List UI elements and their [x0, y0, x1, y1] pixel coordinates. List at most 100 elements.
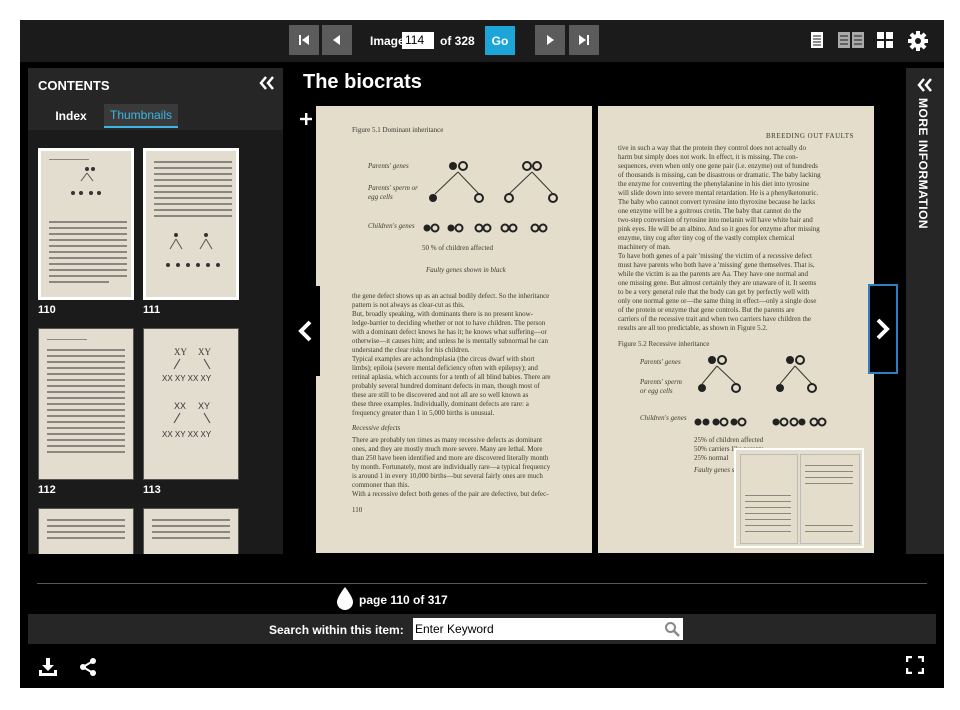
- search-label: Search within this item:: [269, 623, 404, 637]
- next-page-button[interactable]: [535, 25, 565, 55]
- book-viewer: Image 114 of 328 Go CONTENTS Index Thumb…: [20, 20, 944, 688]
- svg-text:XX XY XX XY: XX XY XX XY: [162, 374, 212, 383]
- left-label-children: Children's genes: [368, 222, 415, 230]
- svg-text:XY: XY: [198, 401, 210, 411]
- thumbnail-label: 113: [143, 484, 161, 496]
- right-body-line: results are all too predictable, as show…: [618, 324, 768, 332]
- left-body2-line: With a recessive defect both genes of th…: [352, 490, 549, 498]
- right-body-line: of thousands is missing, can be disastro…: [618, 171, 821, 179]
- thumbnail-113[interactable]: XY XY XX XY XX XY XX XY XX XY XX XY 113: [143, 328, 239, 496]
- svg-text:XX XY XX XY: XX XY XX XY: [162, 430, 212, 439]
- left-body-line: with a dominant defect knows he has it; …: [352, 328, 547, 336]
- single-page-view-icon[interactable]: [810, 31, 824, 49]
- left-section-heading: Recessive defects: [352, 424, 401, 432]
- svg-text:XY: XY: [174, 347, 187, 357]
- last-page-icon: [579, 35, 589, 45]
- left-body-text: the gene defect shows up as an actual bo…: [352, 292, 574, 418]
- thumbnail-label: 111: [143, 304, 161, 316]
- right-body-line: carriers of the recessive trait and when…: [618, 315, 811, 323]
- left-body2-line: commoner than this.: [352, 481, 410, 489]
- right-body-line: only one normal gene or—the same thing i…: [618, 297, 817, 305]
- image-total: of 328: [440, 34, 475, 48]
- thumbnail-page-image: XY XY XX XY XX XY XX XY XX XY XX XY: [143, 328, 239, 480]
- right-label-children: Children's genes: [640, 414, 687, 422]
- next-icon: [547, 35, 554, 45]
- thumbnail-114[interactable]: [38, 508, 134, 554]
- right-body-line: To have both genes of a pair 'missing' t…: [618, 252, 812, 260]
- left-body-line: limbs); epiloia (severe mental deficienc…: [352, 364, 538, 372]
- search-icon[interactable]: [664, 621, 680, 637]
- left-body-line: these are still to be discovered and not…: [352, 391, 529, 399]
- first-page-button[interactable]: [289, 25, 319, 55]
- right-body-line: sequences, even when only one gene pair …: [618, 162, 818, 170]
- thumbnail-list: 110 111 112 XY XY XX XY XX XY XX XY XX X…: [28, 130, 283, 554]
- top-toolbar: Image 114 of 328 Go: [20, 20, 944, 62]
- left-body-line: otherwise—it causes him; and unless he i…: [352, 337, 548, 345]
- right-body-line: The baby who cannot convert tyrosine int…: [618, 198, 816, 206]
- right-body-line: will slide down into severe mental retar…: [618, 189, 819, 197]
- page-slider-track[interactable]: [37, 583, 927, 584]
- left-body2-line: is around 1 in every 10,000 births—but s…: [352, 472, 543, 480]
- previous-spread-arrow[interactable]: [290, 286, 320, 376]
- search-input[interactable]: Enter Keyword: [413, 618, 683, 640]
- right-label-cells: Parents' sperm or egg cells: [640, 378, 682, 395]
- last-page-button[interactable]: [569, 25, 599, 55]
- tab-index[interactable]: Index: [38, 104, 104, 128]
- settings-gear-icon[interactable]: [908, 31, 928, 51]
- collapse-sidebar-icon[interactable]: [259, 76, 275, 90]
- mini-navigator[interactable]: [734, 448, 864, 548]
- fullscreen-icon[interactable]: [906, 656, 924, 674]
- first-page-icon: [299, 35, 309, 45]
- document-title: The biocrats: [303, 71, 422, 93]
- thumbnail-115[interactable]: [143, 508, 239, 554]
- grid-view-icon[interactable]: [876, 31, 894, 49]
- right-body-line: one missing gene. But almost certainly t…: [618, 279, 817, 287]
- left-body-line: understand the clear risks for his child…: [352, 346, 470, 354]
- thumbnail-110[interactable]: 110: [38, 148, 134, 316]
- pedigree-diagram-icon: [166, 233, 220, 267]
- right-body-line: enzyme, tiny cog after tiny cog of the v…: [618, 234, 795, 242]
- left-body-line: But, broadly speaking, with dominants th…: [352, 310, 533, 318]
- chevron-left-icon: [298, 320, 312, 342]
- expand-panel-icon[interactable]: [917, 78, 933, 92]
- go-button[interactable]: Go: [485, 26, 515, 55]
- thumbnail-111[interactable]: 111: [143, 148, 239, 316]
- thumbnail-112[interactable]: 112: [38, 328, 134, 496]
- next-spread-arrow[interactable]: [868, 284, 898, 374]
- mini-left-page: [740, 454, 798, 544]
- thumbnail-page-image: [143, 148, 239, 300]
- download-icon[interactable]: [38, 657, 58, 677]
- more-information-label: MORE INFORMATION: [916, 98, 930, 230]
- tab-thumbnails[interactable]: Thumbnails: [104, 104, 178, 128]
- svg-text:XY: XY: [198, 347, 211, 357]
- image-number-input[interactable]: 114: [402, 32, 434, 49]
- two-page-view-icon[interactable]: [837, 31, 865, 49]
- svg-text:XX: XX: [174, 401, 186, 411]
- more-information-panel[interactable]: MORE INFORMATION: [906, 68, 944, 554]
- right-label-parents: Parents' genes: [640, 358, 681, 366]
- right-body-text: tive in such a way that the protein they…: [618, 144, 862, 333]
- left-figure-caption: Figure 5.1 Dominant inheritance: [352, 126, 444, 134]
- left-body2-line: by month. Fortunately, most are individu…: [352, 463, 551, 471]
- zoom-in-icon[interactable]: [299, 112, 313, 126]
- previous-page-button[interactable]: [322, 25, 352, 55]
- right-running-head: BREEDING OUT FAULTS: [766, 132, 854, 140]
- left-body-line: retinal aplasia, which accounts for a te…: [352, 373, 551, 381]
- thumbnail-page-image: [38, 328, 134, 480]
- page-slider-handle-icon[interactable]: [335, 586, 355, 610]
- left-body2-line: ones, and they are mostly much more seve…: [352, 445, 543, 453]
- right-figure-caption: Figure 5.2 Recessive inheritance: [618, 340, 710, 348]
- image-label: Image: [370, 34, 405, 48]
- share-icon[interactable]: [78, 657, 98, 677]
- left-page: Figure 5.1 Dominant inheritance Parents'…: [316, 106, 592, 553]
- right-body-line: while the victim is aa the parents are A…: [618, 270, 808, 278]
- left-body-line: ledge-barrier to deciding whether or not…: [352, 319, 546, 327]
- right-body-line: the enzyme for converting the phenylalan…: [618, 180, 810, 188]
- right-body-line: machinery of man.: [618, 243, 671, 251]
- pedigree-diagram-icon: XY XY XX XY XX XY XX XY XX XY XX XY: [162, 347, 212, 439]
- left-body-line: the gene defect shows up as an actual bo…: [352, 292, 550, 300]
- previous-icon: [333, 35, 340, 45]
- right-note-normal: 25% normal: [694, 454, 729, 462]
- left-body-line: probably several hundred dominant defect…: [352, 382, 540, 390]
- right-body-line: tive in such a way that the protein they…: [618, 144, 806, 152]
